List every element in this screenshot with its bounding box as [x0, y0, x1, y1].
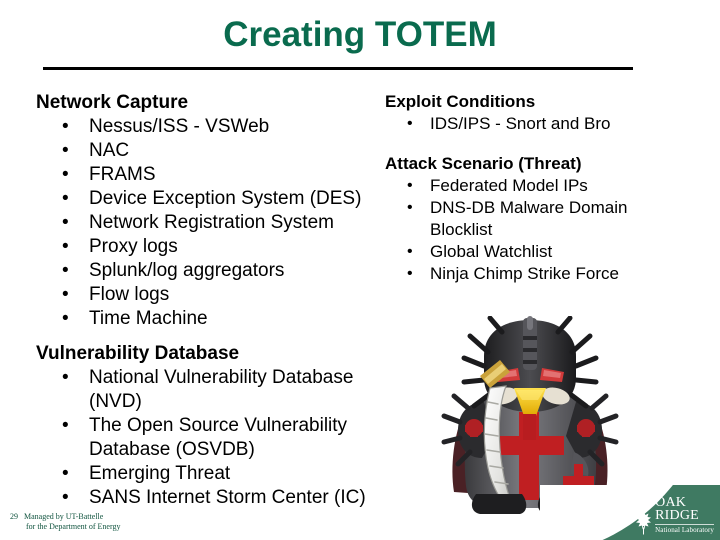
oak-leaf-icon — [636, 511, 652, 535]
slide-canvas: Creating TOTEM Network Capture Nessus/IS… — [0, 0, 720, 540]
bullet-list-attack-scenario: Federated Model IPs DNS-DB Malware Domai… — [385, 175, 685, 285]
footer-line-1: Managed by UT-Battelle — [24, 512, 104, 521]
list-item: Flow logs — [36, 283, 386, 307]
list-item: Ninja Chimp Strike Force — [385, 263, 685, 285]
ornl-banner: OAK RIDGE National Laboratory — [540, 485, 720, 540]
list-item: Device Exception System (DES) — [36, 187, 386, 211]
list-item: Emerging Threat — [36, 462, 386, 486]
bullet-list-network-capture: Nessus/ISS - VSWeb NAC FRAMS Device Exce… — [36, 115, 386, 331]
list-item: NAC — [36, 139, 386, 163]
content-block-exploit-conditions: Exploit Conditions IDS/IPS - Snort and B… — [385, 91, 685, 135]
ornl-wordmark: OAK RIDGE National Laboratory — [655, 496, 714, 535]
list-item: Nessus/ISS - VSWeb — [36, 115, 386, 139]
content-block-network-capture: Network Capture Nessus/ISS - VSWeb NAC F… — [36, 91, 386, 331]
block-heading: Network Capture — [36, 92, 189, 113]
list-item: Splunk/log aggregators — [36, 259, 386, 283]
block-heading: Vulnerability Database — [36, 343, 240, 364]
list-item: The Open Source Vulnerability Database (… — [36, 414, 386, 462]
footer-line-2: for the Department of Energy — [26, 522, 121, 531]
list-item: Proxy logs — [36, 235, 386, 259]
slide-number: 29 — [10, 512, 18, 521]
footer-note: 29 Managed by UT-Battelle for the Departm… — [10, 512, 120, 532]
list-item: Global Watchlist — [385, 241, 685, 263]
block-heading: Attack Scenario (Threat) — [385, 154, 582, 173]
ornl-word-ridge: RIDGE — [655, 508, 699, 523]
list-item: DNS-DB Malware Domain Blocklist — [385, 197, 685, 241]
title-divider — [43, 67, 633, 70]
list-item: IDS/IPS - Snort and Bro — [385, 113, 685, 135]
left-column-lower: Vulnerability Database National Vulnerab… — [36, 342, 386, 510]
list-item: National Vulnerability Database (NVD) — [36, 366, 386, 414]
list-item: Time Machine — [36, 307, 386, 331]
block-heading: Exploit Conditions — [385, 92, 536, 111]
content-block-attack-scenario: Attack Scenario (Threat) Federated Model… — [385, 153, 685, 285]
ornl-logo: OAK RIDGE National Laboratory — [635, 496, 714, 535]
bullet-list-vulnerability-database: National Vulnerability Database (NVD) Th… — [36, 366, 386, 510]
bullet-list-exploit-conditions: IDS/IPS - Snort and Bro — [385, 113, 685, 135]
page-title: Creating TOTEM — [223, 15, 497, 54]
content-block-vulnerability-database: Vulnerability Database National Vulnerab… — [36, 342, 386, 510]
left-column: Network Capture Nessus/ISS - VSWeb NAC F… — [36, 91, 386, 331]
right-column: Exploit Conditions IDS/IPS - Snort and B… — [385, 91, 685, 285]
list-item: SANS Internet Storm Center (IC) — [36, 486, 386, 510]
list-item: Network Registration System — [36, 211, 386, 235]
list-item: FRAMS — [36, 163, 386, 187]
ornl-tagline: National Laboratory — [655, 524, 714, 534]
list-item: Federated Model IPs — [385, 175, 685, 197]
